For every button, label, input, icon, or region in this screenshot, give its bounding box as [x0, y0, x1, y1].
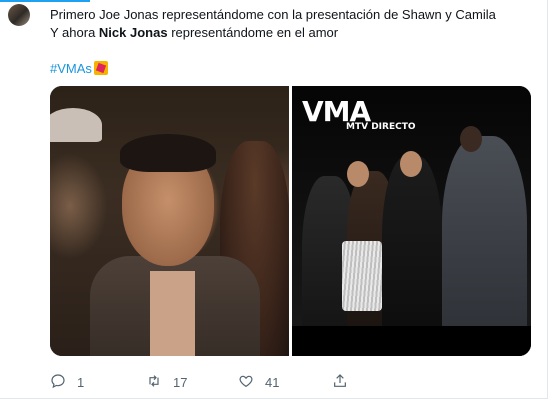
- head-1: [347, 161, 369, 187]
- vma-logo-sub: MTV DIRECTO: [346, 122, 416, 132]
- media-grid: VMA MTV DIRECTO: [50, 86, 531, 356]
- like-button[interactable]: 41: [238, 372, 279, 392]
- stage-person-4: [442, 136, 527, 356]
- reply-icon: [50, 373, 66, 392]
- tweet-line-2-prefix: Y ahora: [50, 25, 99, 40]
- head-2: [400, 151, 422, 177]
- heart-icon: [238, 373, 254, 392]
- action-bar: 1 17 41: [50, 372, 530, 392]
- fringe-dress: [342, 241, 382, 311]
- reply-button[interactable]: 1: [50, 372, 84, 392]
- share-button[interactable]: [332, 372, 348, 392]
- retweet-button[interactable]: 17: [146, 372, 187, 392]
- shirt: [150, 271, 195, 356]
- like-count: 41: [265, 374, 280, 390]
- mention-nick-jonas: Nick Jonas: [98, 25, 168, 40]
- retweet-icon: [146, 373, 162, 392]
- vma-moonperson-emoji-icon: [93, 61, 108, 75]
- photo-nick-jonas-stage[interactable]: VMA MTV DIRECTO: [292, 86, 531, 356]
- head-3: [460, 126, 482, 152]
- reply-count: 1: [77, 374, 85, 390]
- share-icon: [332, 373, 348, 392]
- audience-hat: [50, 108, 102, 142]
- retweet-count: 17: [173, 374, 188, 390]
- photo-joe-jonas-audience[interactable]: [50, 86, 290, 356]
- hair: [120, 134, 216, 172]
- screen-bottom: [292, 326, 531, 356]
- tweet-line-2-suffix: representándome en el amor: [167, 25, 339, 40]
- tweet-text: Primero Joe Jonas representándome con la…: [50, 6, 530, 78]
- hashtag-line: #VMAs: [50, 60, 530, 78]
- hashtag-vmas[interactable]: #VMAs: [50, 61, 92, 76]
- tweet-line-1: Primero Joe Jonas representándome con la…: [50, 7, 496, 22]
- tweet-line-2: Y ahora Nick Jonas representándome en el…: [50, 24, 530, 42]
- accent-line: [0, 0, 90, 2]
- avatar[interactable]: [8, 4, 30, 26]
